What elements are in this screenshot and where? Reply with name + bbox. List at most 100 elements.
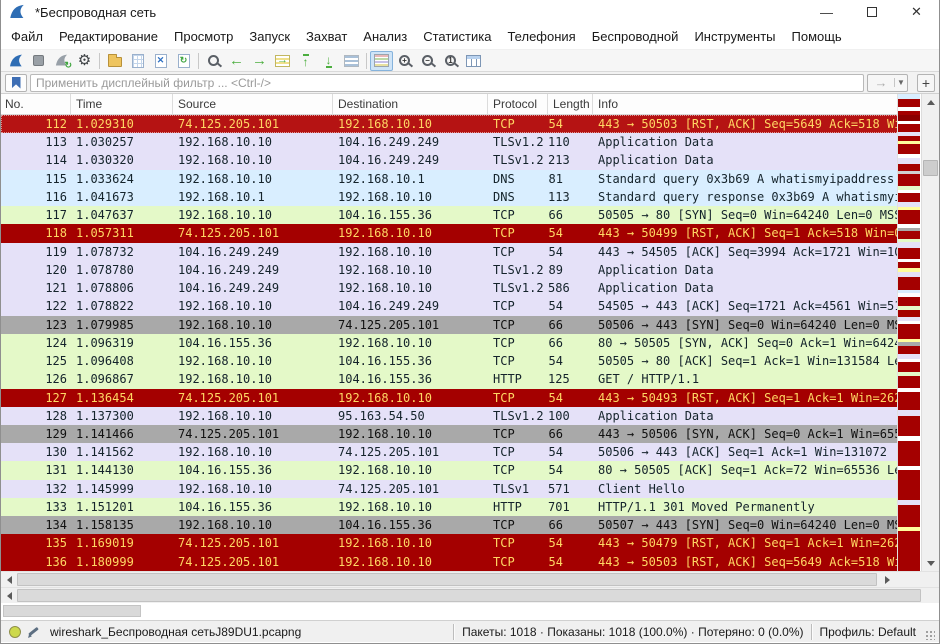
- column-header-destination[interactable]: Destination: [333, 94, 488, 114]
- vertical-scroll-thumb[interactable]: [923, 160, 938, 176]
- main-toolbar: ↻⚙✕↻←→→↑↓+−1: [1, 50, 939, 72]
- cell-protocol: TLSv1: [488, 480, 548, 498]
- table-row[interactable]: 1181.05731174.125.205.101192.168.10.10TC…: [1, 224, 899, 242]
- reload-file-button[interactable]: ↻: [172, 51, 195, 71]
- cell-info: 80 → 50505 [ACK] Seq=1 Ack=72 Win=65536 …: [593, 461, 899, 479]
- menu-item-7[interactable]: Телефония: [499, 25, 583, 48]
- save-file-button[interactable]: [126, 51, 149, 71]
- start-capture-button[interactable]: [4, 51, 27, 71]
- scroll-right-arrow[interactable]: [879, 572, 895, 587]
- zoom-in-button[interactable]: +: [393, 51, 416, 71]
- cell-time: 1.078732: [71, 243, 173, 261]
- filter-apply-button[interactable]: →: [868, 75, 894, 90]
- capture-comment-icon[interactable]: [27, 625, 40, 638]
- menu-item-9[interactable]: Инструменты: [686, 25, 783, 48]
- cell-destination: 104.16.249.249: [333, 297, 488, 315]
- column-header-protocol[interactable]: Protocol: [488, 94, 548, 114]
- table-row[interactable]: 1121.02931074.125.205.101192.168.10.10TC…: [1, 115, 899, 133]
- table-row[interactable]: 1311.144130104.16.155.36192.168.10.10TCP…: [1, 461, 899, 479]
- table-row[interactable]: 1341.158135192.168.10.10104.16.155.36TCP…: [1, 516, 899, 534]
- capture-options-button[interactable]: ⚙: [73, 51, 96, 71]
- filter-bookmark-button[interactable]: [5, 74, 27, 92]
- column-header-length[interactable]: Length: [548, 94, 593, 114]
- close-file-button[interactable]: ✕: [149, 51, 172, 71]
- packet-minimap[interactable]: [897, 94, 920, 571]
- menu-item-2[interactable]: Просмотр: [166, 25, 241, 48]
- column-header-info[interactable]: Info: [593, 94, 899, 114]
- resize-grip[interactable]: [924, 629, 935, 640]
- cell-no: 136: [1, 553, 71, 571]
- menu-item-3[interactable]: Запуск: [241, 25, 298, 48]
- table-row[interactable]: 1321.145999192.168.10.1074.125.205.101TL…: [1, 480, 899, 498]
- cell-protocol: DNS: [488, 188, 548, 206]
- display-filter-input[interactable]: [30, 74, 864, 92]
- table-row[interactable]: 1221.078822192.168.10.10104.16.249.249TC…: [1, 297, 899, 315]
- close-button[interactable]: ✕: [894, 0, 939, 24]
- zoom-original-button[interactable]: 1: [439, 51, 462, 71]
- menu-item-0[interactable]: Файл: [3, 25, 51, 48]
- go-back-button[interactable]: ←: [225, 51, 248, 71]
- table-row[interactable]: 1351.16901974.125.205.101192.168.10.10TC…: [1, 534, 899, 552]
- colorize-button[interactable]: [370, 51, 393, 71]
- horizontal-scrollbar-list[interactable]: [1, 571, 939, 587]
- filter-dropdown-caret[interactable]: ▼: [894, 78, 907, 87]
- table-row[interactable]: 1231.079985192.168.10.1074.125.205.101TC…: [1, 316, 899, 334]
- go-last-button[interactable]: ↓: [317, 51, 340, 71]
- profile-label[interactable]: Профиль: Default: [820, 625, 917, 639]
- expert-info-icon[interactable]: [9, 626, 21, 638]
- cell-no: 132: [1, 480, 71, 498]
- filter-add-button[interactable]: +: [917, 74, 935, 92]
- restart-capture-button[interactable]: ↻: [50, 51, 73, 71]
- table-row[interactable]: 1211.078806104.16.249.249192.168.10.10TL…: [1, 279, 899, 297]
- horizontal-scroll-thumb-2[interactable]: [17, 589, 921, 602]
- menu-item-1[interactable]: Редактирование: [51, 25, 166, 48]
- column-header-time[interactable]: Time: [71, 94, 173, 114]
- scroll-left-arrow[interactable]: [1, 572, 17, 587]
- minimize-button[interactable]: —: [804, 0, 849, 24]
- auto-scroll-button[interactable]: [340, 51, 363, 71]
- table-row[interactable]: 1291.14146674.125.205.101192.168.10.10TC…: [1, 425, 899, 443]
- table-row[interactable]: 1201.078780104.16.249.249192.168.10.10TL…: [1, 261, 899, 279]
- zoom-out-button[interactable]: −: [416, 51, 439, 71]
- minimap-stripe: [898, 310, 920, 317]
- table-row[interactable]: 1131.030257192.168.10.10104.16.249.249TL…: [1, 133, 899, 151]
- go-to-packet-button[interactable]: →: [271, 51, 294, 71]
- table-row[interactable]: 1251.096408192.168.10.10104.16.155.36TCP…: [1, 352, 899, 370]
- cell-time: 1.096319: [71, 334, 173, 352]
- cell-time: 1.030257: [71, 133, 173, 151]
- column-header-no[interactable]: No.: [1, 94, 71, 114]
- scroll-down-arrow[interactable]: [922, 555, 939, 571]
- go-forward-button[interactable]: →: [248, 51, 271, 71]
- find-packet-button[interactable]: [202, 51, 225, 71]
- menu-item-10[interactable]: Помощь: [784, 25, 850, 48]
- resize-columns-button[interactable]: [462, 51, 485, 71]
- table-row[interactable]: 1151.033624192.168.10.10192.168.10.1DNS8…: [1, 170, 899, 188]
- cell-source: 192.168.10.10: [173, 480, 333, 498]
- table-row[interactable]: 1281.137300192.168.10.1095.163.54.50TLSv…: [1, 407, 899, 425]
- vertical-scrollbar[interactable]: [921, 94, 939, 571]
- table-row[interactable]: 1301.141562192.168.10.1074.125.205.101TC…: [1, 443, 899, 461]
- table-row[interactable]: 1271.13645474.125.205.101192.168.10.10TC…: [1, 389, 899, 407]
- menu-item-4[interactable]: Захват: [298, 25, 355, 48]
- horizontal-scrollbar-secondary[interactable]: [1, 587, 939, 603]
- menu-item-5[interactable]: Анализ: [355, 25, 415, 48]
- table-row[interactable]: 1141.030320192.168.10.10104.16.249.249TL…: [1, 151, 899, 169]
- table-row[interactable]: 1171.047637192.168.10.10104.16.155.36TCP…: [1, 206, 899, 224]
- scroll-up-arrow[interactable]: [922, 94, 939, 110]
- menu-item-6[interactable]: Статистика: [415, 25, 499, 48]
- stop-capture-button[interactable]: [27, 51, 50, 71]
- go-first-button[interactable]: ↑: [294, 51, 317, 71]
- horizontal-scroll-thumb[interactable]: [17, 573, 877, 586]
- table-row[interactable]: 1191.078732104.16.249.249192.168.10.10TC…: [1, 243, 899, 261]
- table-row[interactable]: 1261.096867192.168.10.10104.16.155.36HTT…: [1, 370, 899, 388]
- maximize-button[interactable]: [849, 0, 894, 24]
- menu-item-8[interactable]: Беспроводной: [584, 25, 687, 48]
- open-file-button[interactable]: [103, 51, 126, 71]
- table-row[interactable]: 1241.096319104.16.155.36192.168.10.10TCP…: [1, 334, 899, 352]
- cell-length: 213: [548, 151, 593, 169]
- table-row[interactable]: 1331.151201104.16.155.36192.168.10.10HTT…: [1, 498, 899, 516]
- table-row[interactable]: 1161.041673192.168.10.1192.168.10.10DNS1…: [1, 188, 899, 206]
- scroll-left-arrow-2[interactable]: [1, 588, 17, 603]
- column-header-source[interactable]: Source: [173, 94, 333, 114]
- table-row[interactable]: 1361.18099974.125.205.101192.168.10.10TC…: [1, 553, 899, 571]
